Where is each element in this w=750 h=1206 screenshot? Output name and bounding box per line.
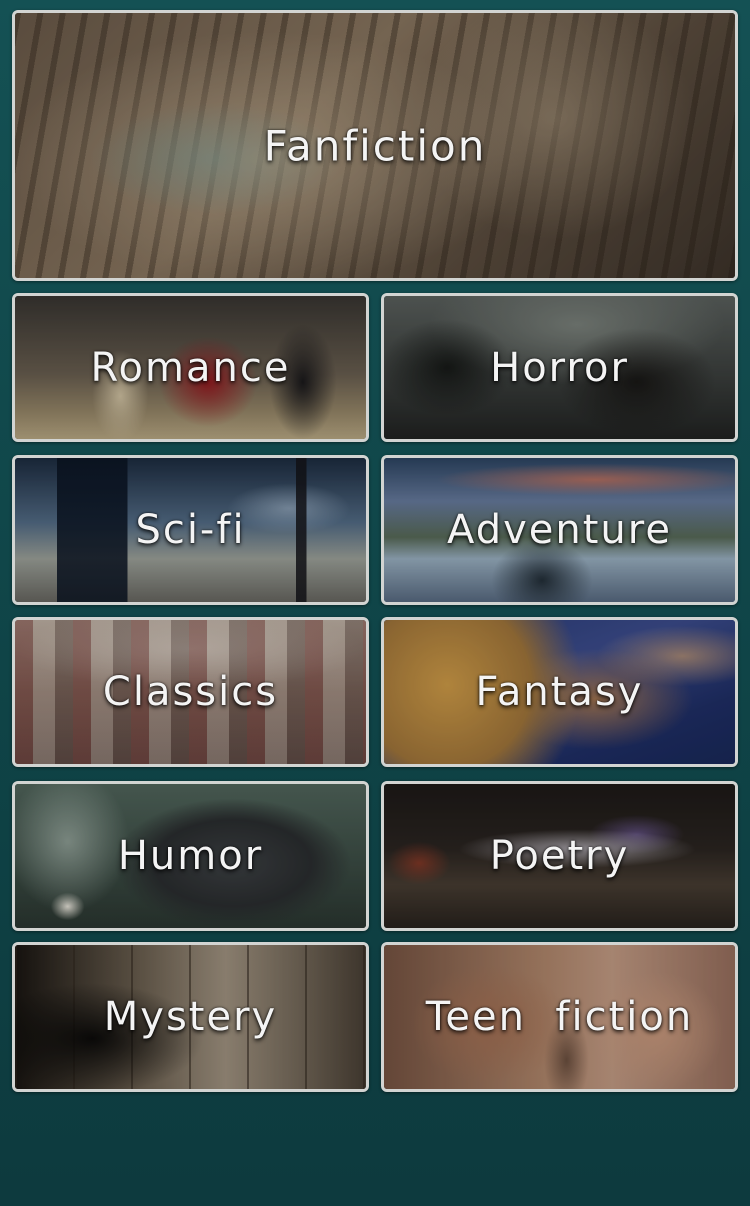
category-label-horror: Horror [490,344,629,391]
category-grid: Fanfiction Romance Horror Sci-fi Adventu… [0,0,750,1206]
category-label-teen-fiction: Teen fiction [425,994,694,1040]
category-label-classics: Classics [102,669,279,715]
category-tile-fantasy[interactable]: Fantasy [381,617,738,767]
category-tile-poetry[interactable]: Poetry [381,781,738,931]
category-label-fanfiction: Fanfiction [263,121,487,170]
category-label-romance: Romance [90,344,291,391]
category-tile-mystery[interactable]: Mystery [12,942,369,1092]
category-tile-teen-fiction[interactable]: Teen fiction [381,942,738,1092]
category-tile-horror[interactable]: Horror [381,293,738,442]
category-tile-fanfiction[interactable]: Fanfiction [12,10,738,281]
category-tile-romance[interactable]: Romance [12,293,369,442]
category-tile-classics[interactable]: Classics [12,617,369,767]
category-label-scifi: Sci-fi [135,507,246,553]
category-label-humor: Humor [117,833,264,879]
category-tile-scifi[interactable]: Sci-fi [12,455,369,605]
category-tile-adventure[interactable]: Adventure [381,455,738,605]
category-label-fantasy: Fantasy [475,669,644,715]
category-label-poetry: Poetry [489,833,630,879]
category-label-adventure: Adventure [447,507,672,553]
category-tile-humor[interactable]: Humor [12,781,369,931]
category-label-mystery: Mystery [103,994,278,1040]
